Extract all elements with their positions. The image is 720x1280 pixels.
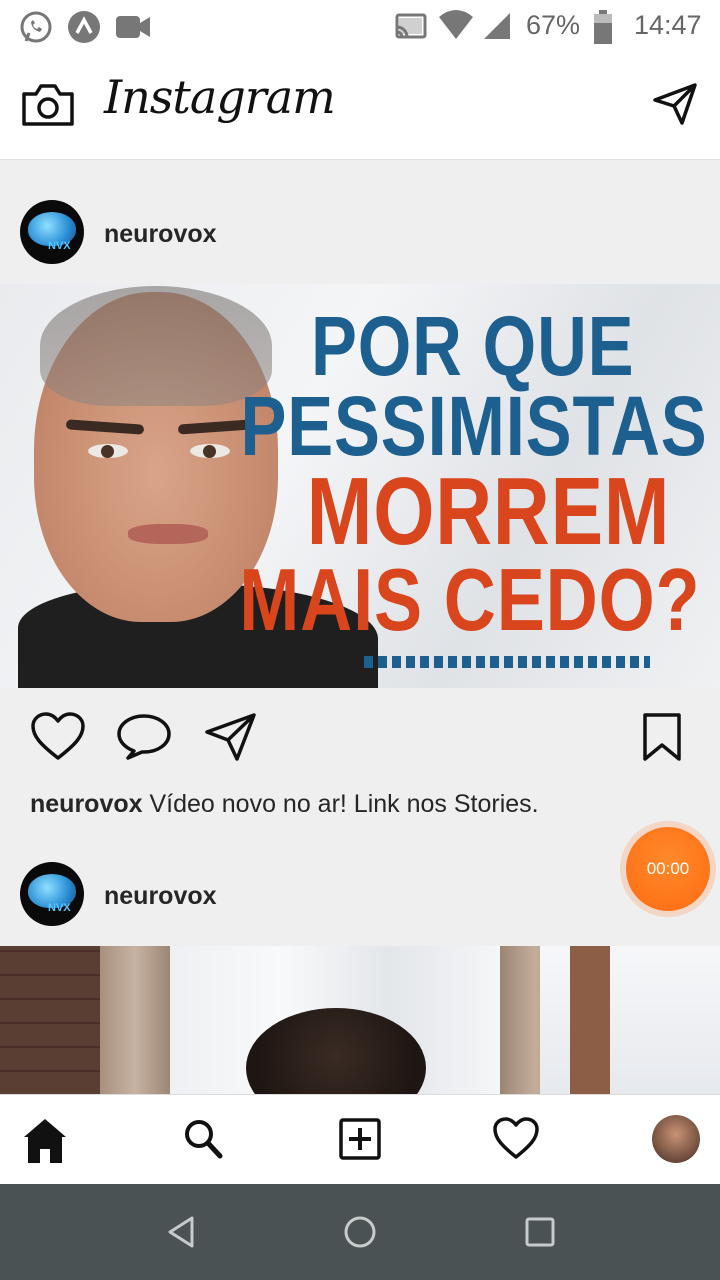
post-header: NVX neurovox bbox=[0, 160, 720, 284]
timer-label: 00:00 bbox=[646, 859, 690, 878]
avatar[interactable]: NVX bbox=[20, 862, 84, 926]
headline-line-1: POR QUE bbox=[310, 299, 634, 393]
status-bar: 67% 14:47 bbox=[0, 0, 720, 52]
post-actions bbox=[0, 688, 720, 788]
back-icon[interactable] bbox=[164, 1214, 198, 1250]
comment-icon[interactable] bbox=[116, 712, 172, 762]
top-app-bar: Instagram bbox=[0, 52, 720, 160]
headline-line-2: PESSIMISTAS bbox=[240, 379, 708, 473]
floating-timer-button[interactable]: 00:00 bbox=[626, 827, 710, 911]
cast-icon bbox=[395, 13, 427, 39]
avatar-label: NVX bbox=[48, 240, 71, 252]
post-username[interactable]: neurovox bbox=[104, 220, 217, 249]
bookmark-icon[interactable] bbox=[642, 712, 682, 762]
decorative-dots bbox=[364, 656, 650, 668]
home-icon[interactable] bbox=[22, 1117, 68, 1165]
post-caption: neurovox Vídeo novo no ar! Link nos Stor… bbox=[30, 790, 539, 819]
search-icon[interactable] bbox=[182, 1117, 224, 1161]
headline-line-3: MORREM bbox=[306, 458, 670, 565]
post-header: NVX neurovox bbox=[0, 822, 720, 946]
direct-message-icon[interactable] bbox=[652, 82, 698, 126]
caption-text: Vídeo novo no ar! Link nos Stories. bbox=[149, 790, 539, 818]
app-icon bbox=[68, 11, 100, 43]
instagram-logo: Instagram bbox=[104, 70, 336, 124]
post-username[interactable]: neurovox bbox=[104, 882, 217, 911]
post-image[interactable]: POR QUE PESSIMISTAS MORREM MAIS CEDO? bbox=[0, 284, 720, 688]
avatar-label: NVX bbox=[48, 902, 71, 914]
whatsapp-icon bbox=[20, 11, 52, 43]
home-circle-icon[interactable] bbox=[342, 1214, 378, 1250]
person-photo bbox=[18, 284, 378, 688]
recents-icon[interactable] bbox=[524, 1216, 556, 1248]
battery-percentage: 67% bbox=[526, 10, 581, 40]
headline-line-4: MAIS CEDO? bbox=[238, 550, 700, 649]
system-navigation-bar bbox=[0, 1184, 720, 1280]
video-camera-icon bbox=[116, 16, 150, 38]
wifi-icon bbox=[439, 10, 473, 39]
avatar[interactable]: NVX bbox=[20, 200, 84, 264]
camera-icon[interactable] bbox=[20, 82, 76, 128]
activity-heart-icon[interactable] bbox=[492, 1117, 540, 1161]
bottom-navigation bbox=[0, 1094, 720, 1184]
caption-username[interactable]: neurovox bbox=[30, 790, 143, 818]
post-image[interactable] bbox=[0, 946, 720, 1094]
signal-icon bbox=[484, 13, 510, 39]
clock: 14:47 bbox=[634, 10, 702, 40]
like-heart-icon[interactable] bbox=[30, 712, 86, 762]
profile-avatar[interactable] bbox=[652, 1115, 700, 1163]
battery-icon bbox=[594, 10, 612, 44]
add-post-icon[interactable] bbox=[338, 1117, 382, 1161]
share-icon[interactable] bbox=[204, 712, 258, 762]
